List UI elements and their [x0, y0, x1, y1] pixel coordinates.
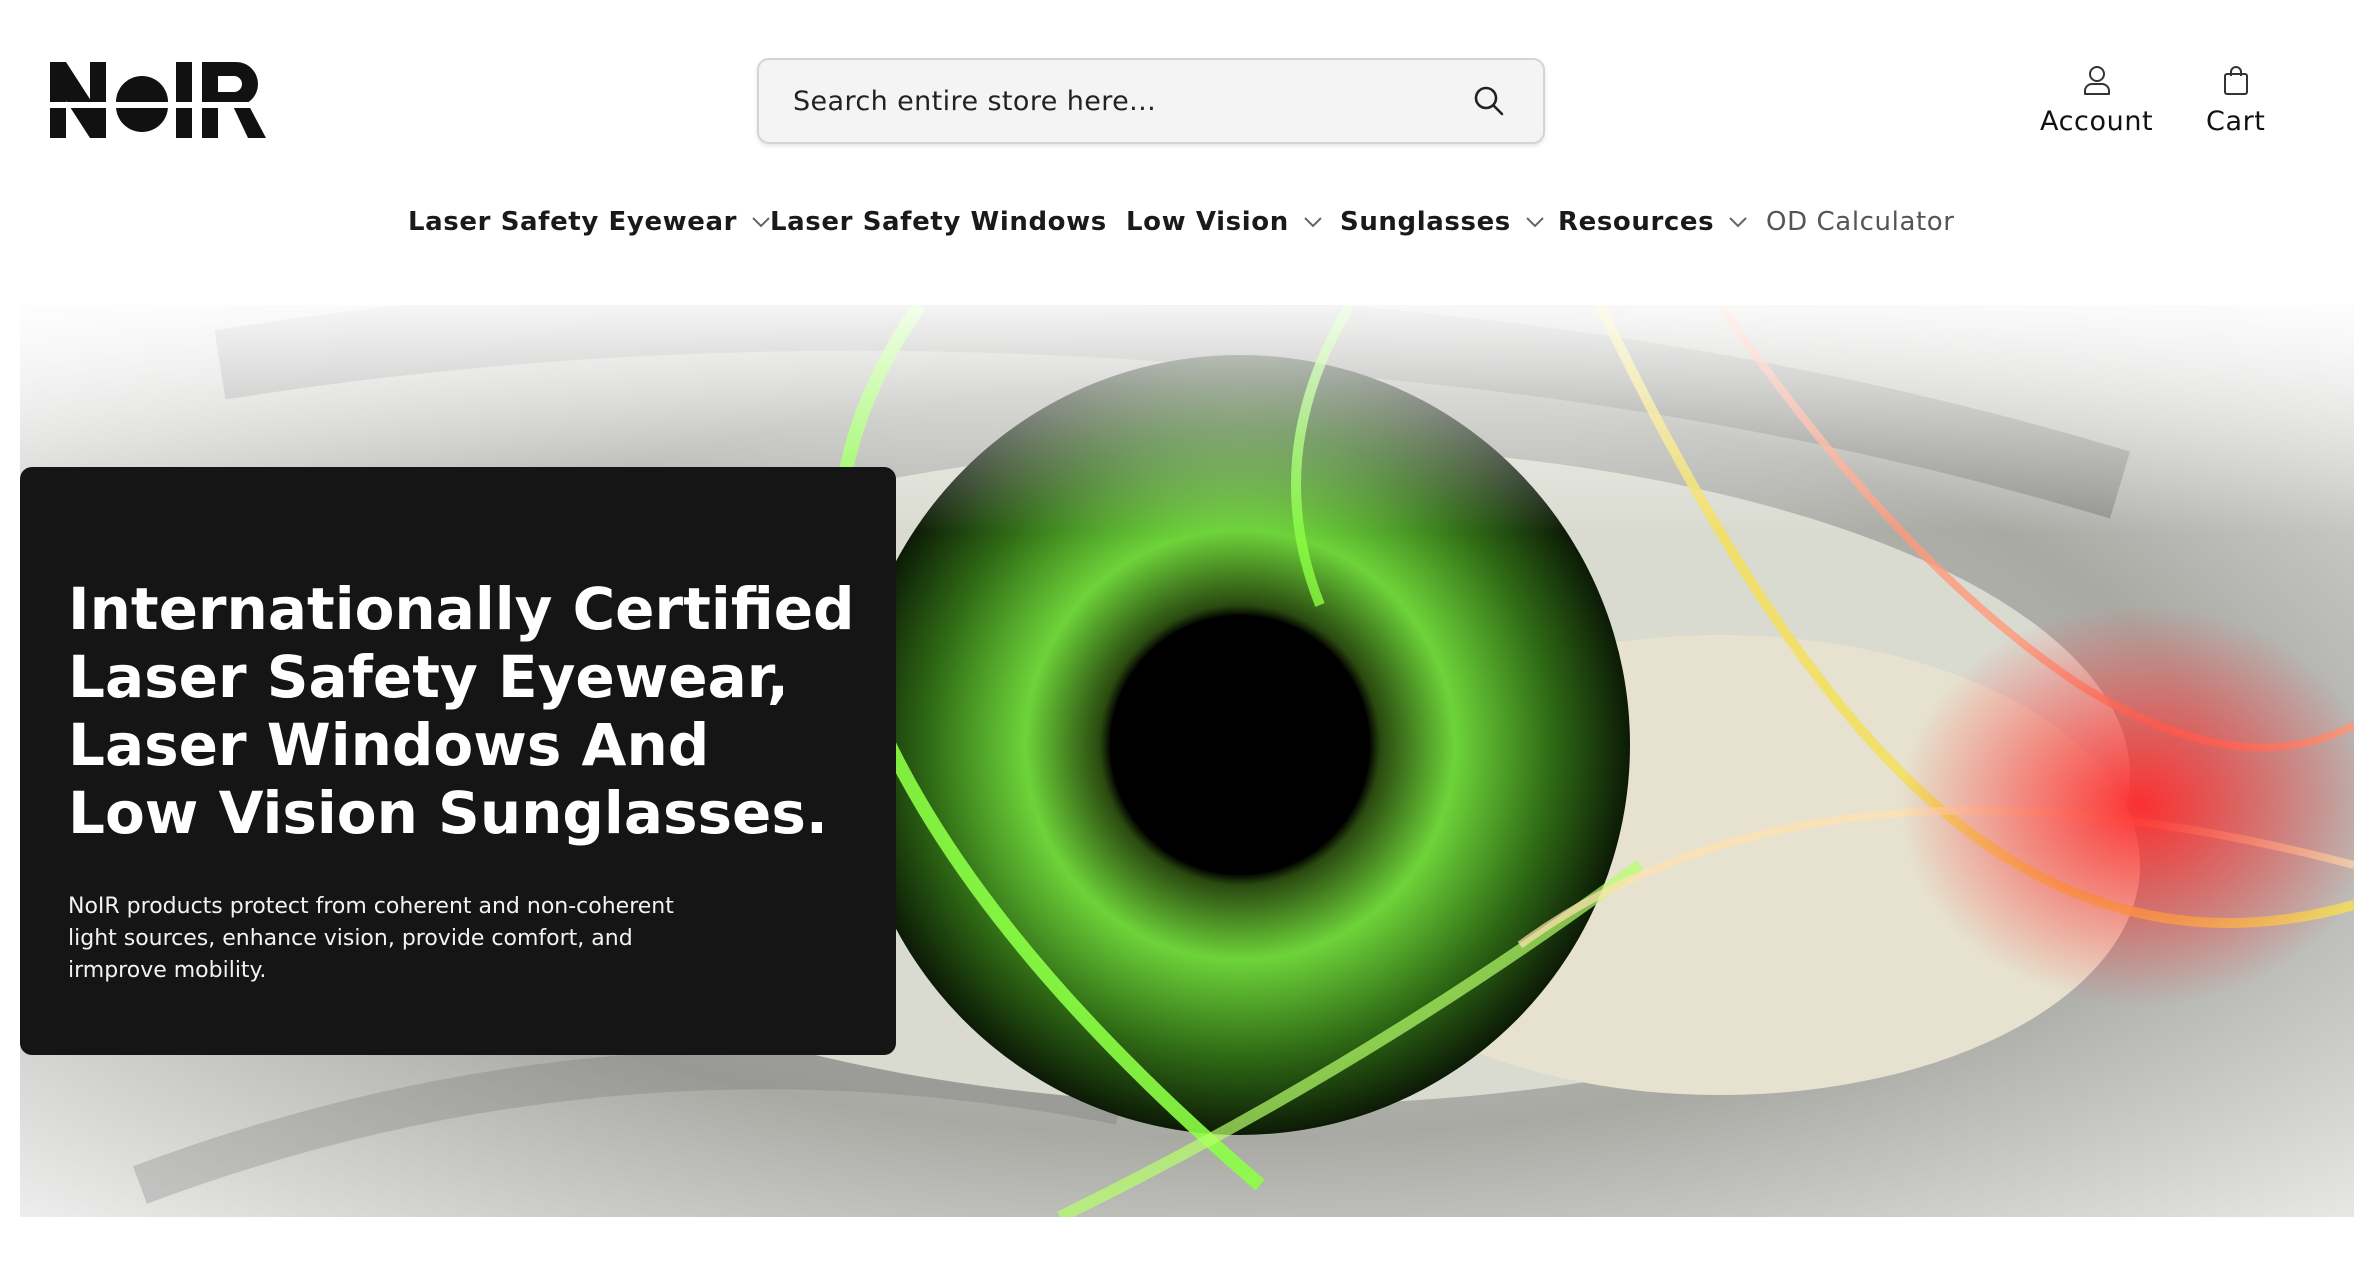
main-nav: Laser Safety Eyewear Laser Safety Window…: [0, 198, 2366, 246]
nav-item-laser-safety-windows[interactable]: Laser Safety Windows: [770, 198, 1107, 246]
cart-link[interactable]: Cart: [2206, 64, 2266, 137]
nav-item-label: Resources: [1558, 207, 1715, 237]
account-link[interactable]: Account: [2040, 64, 2153, 137]
nav-item-laser-safety-eyewear[interactable]: Laser Safety Eyewear: [408, 198, 771, 246]
hero-card: Internationally Certified Laser Safety E…: [20, 467, 896, 1055]
shopping-bag-icon: [2223, 66, 2248, 95]
search-icon: [1474, 86, 1504, 116]
user-icon: [2083, 66, 2110, 95]
cart-label: Cart: [2206, 106, 2266, 137]
noir-logo[interactable]: [50, 62, 266, 138]
nav-item-label: OD Calculator: [1766, 207, 1955, 237]
chevron-down-icon: [1304, 217, 1322, 228]
chevron-down-icon: [1526, 217, 1544, 228]
account-label: Account: [2040, 106, 2154, 137]
nav-item-label: Laser Safety Windows: [770, 207, 1107, 237]
search-input[interactable]: [793, 85, 1469, 117]
search-bar: [757, 58, 1545, 144]
nav-item-low-vision[interactable]: Low Vision: [1126, 198, 1323, 246]
hero-title: Internationally Certified Laser Safety E…: [68, 575, 855, 847]
nav-item-label: Low Vision: [1126, 207, 1289, 237]
chevron-down-icon: [752, 217, 770, 228]
nav-item-sunglasses[interactable]: Sunglasses: [1340, 198, 1545, 246]
chevron-down-icon: [1729, 217, 1747, 228]
nav-item-label: Sunglasses: [1340, 207, 1511, 237]
nav-item-od-calculator[interactable]: OD Calculator: [1766, 198, 1955, 246]
nav-item-resources[interactable]: Resources: [1558, 198, 1748, 246]
hero-description: NoIR products protect from coherent and …: [68, 894, 674, 983]
nav-item-label: Laser Safety Eyewear: [408, 207, 738, 237]
search-button[interactable]: [1469, 81, 1509, 121]
